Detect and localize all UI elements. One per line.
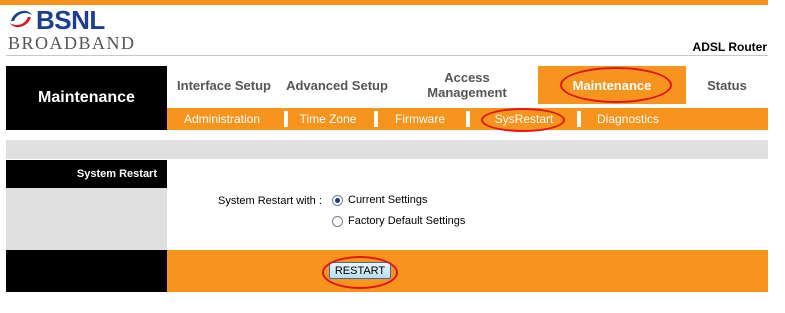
subtab-separator [577, 111, 581, 127]
subtab-separator [466, 111, 470, 127]
footer-left-block [6, 250, 167, 292]
header-divider [6, 55, 768, 56]
left-column-filler [6, 188, 167, 250]
brand-name: BSNL [36, 5, 105, 35]
brand-subtitle: BROADBAND [8, 33, 136, 53]
footer-bar [167, 250, 768, 292]
content-header-strip [6, 140, 768, 159]
restart-button[interactable]: RESTART [329, 262, 391, 279]
subtab-firmware[interactable]: Firmware [382, 108, 458, 130]
radio-current-settings[interactable] [332, 194, 343, 206]
option-label: Current Settings [348, 194, 428, 206]
tab-interface-setup[interactable]: Interface Setup [172, 66, 276, 104]
subtab-administration[interactable]: Administration [175, 108, 269, 130]
option-current-settings[interactable]: Current Settings [332, 194, 427, 206]
tab-maintenance[interactable]: Maintenance [538, 66, 686, 104]
bsnl-swirl-icon [10, 10, 32, 28]
radio-factory-default[interactable] [332, 215, 343, 227]
tab-status[interactable]: Status [690, 66, 764, 104]
subtab-sysrestart[interactable]: SysRestart [484, 108, 564, 130]
system-restart-label: System Restart [6, 160, 167, 188]
tab-access-management[interactable]: Access Management [410, 66, 524, 104]
section-title: Maintenance [6, 66, 167, 130]
subtab-time-zone[interactable]: Time Zone [290, 108, 366, 130]
option-label: Factory Default Settings [348, 215, 466, 227]
bsnl-logo: BSNL BROADBAND [6, 5, 166, 53]
subtab-separator [284, 111, 288, 127]
tab-advanced-setup[interactable]: Advanced Setup [282, 66, 392, 104]
device-name: ADSL Router [692, 40, 767, 54]
restart-with-label: System Restart with : [218, 195, 322, 207]
subtab-separator [374, 111, 378, 127]
option-factory-default[interactable]: Factory Default Settings [332, 215, 465, 227]
subtab-diagnostics[interactable]: Diagnostics [588, 108, 668, 130]
